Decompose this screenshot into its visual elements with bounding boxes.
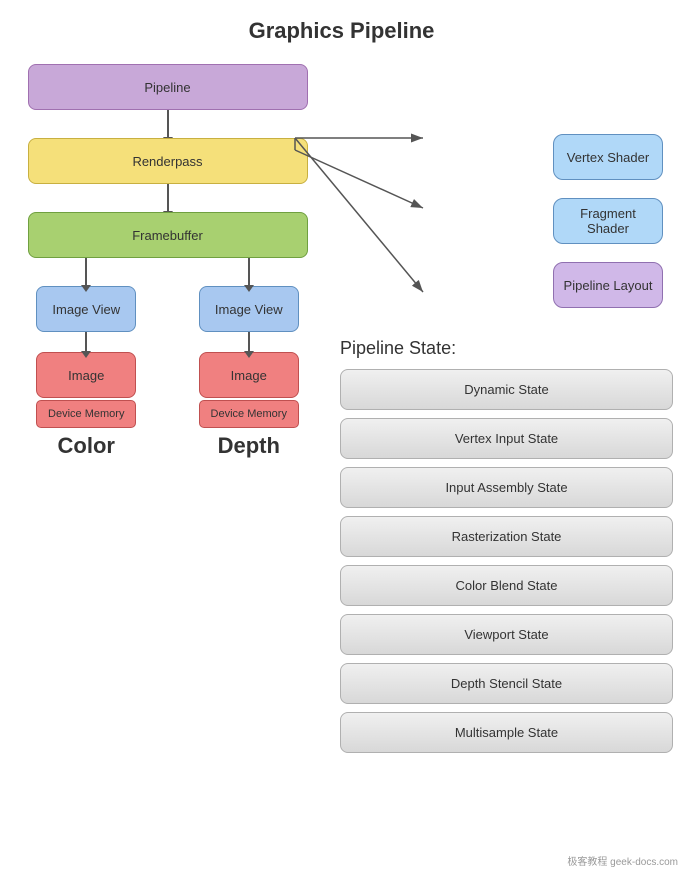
- fragment-shader-box: Fragment Shader: [553, 198, 663, 244]
- page-title: Graphics Pipeline: [0, 0, 683, 54]
- diagram-area: Pipeline Renderpass Fram: [5, 64, 330, 459]
- fragment-shader-label: Fragment Shader: [562, 206, 654, 236]
- devmem-color-label: Device Memory: [48, 408, 124, 420]
- pipeline-layout-box: Pipeline Layout: [553, 262, 663, 308]
- pipeline-layout-label: Pipeline Layout: [564, 278, 653, 293]
- devmem-depth-label: Device Memory: [211, 408, 287, 420]
- framebuffer-label: Framebuffer: [132, 228, 203, 243]
- watermark: 极客教程 geek-docs.com: [567, 853, 678, 868]
- pipeline-box: Pipeline: [28, 64, 308, 110]
- state-btn-6[interactable]: Depth Stencil State: [340, 663, 673, 704]
- image-color-box: Image: [36, 352, 136, 398]
- state-btn-4[interactable]: Color Blend State: [340, 565, 673, 606]
- framebuffer-box: Framebuffer: [28, 212, 308, 258]
- vertex-shader-box: Vertex Shader: [553, 134, 663, 180]
- state-btn-7[interactable]: Multisample State: [340, 712, 673, 753]
- image-depth-box: Image: [199, 352, 299, 398]
- state-btn-2[interactable]: Input Assembly State: [340, 467, 673, 508]
- devmem-depth-box: Device Memory: [199, 400, 299, 428]
- state-btn-5[interactable]: Viewport State: [340, 614, 673, 655]
- vertex-shader-label: Vertex Shader: [567, 150, 649, 165]
- devmem-color-box: Device Memory: [36, 400, 136, 428]
- imageview-depth-label: Image View: [215, 302, 283, 317]
- left-panel: Pipeline Renderpass Fram: [0, 54, 340, 771]
- renderpass-box: Renderpass: [28, 138, 308, 184]
- depth-label: Depth: [218, 433, 280, 459]
- pipeline-label: Pipeline: [144, 80, 190, 95]
- color-label: Color: [58, 433, 115, 459]
- state-buttons-list: Dynamic State Vertex Input State Input Ass…: [340, 369, 673, 753]
- state-btn-1[interactable]: Vertex Input State: [340, 418, 673, 459]
- state-btn-3[interactable]: Rasterization State: [340, 516, 673, 557]
- state-btn-0[interactable]: Dynamic State: [340, 369, 673, 410]
- right-panel: Vertex Shader Fragment Shader Pipeline L…: [340, 54, 683, 771]
- renderpass-label: Renderpass: [132, 154, 202, 169]
- imageview-color-label: Image View: [52, 302, 120, 317]
- image-depth-label: Image: [231, 368, 267, 383]
- pipeline-state-title: Pipeline State:: [340, 338, 673, 359]
- imageview-depth-box: Image View: [199, 286, 299, 332]
- image-color-label: Image: [68, 368, 104, 383]
- imageview-color-box: Image View: [36, 286, 136, 332]
- pipeline-state-section: Pipeline State: Dynamic State Vertex Inpu…: [340, 338, 673, 753]
